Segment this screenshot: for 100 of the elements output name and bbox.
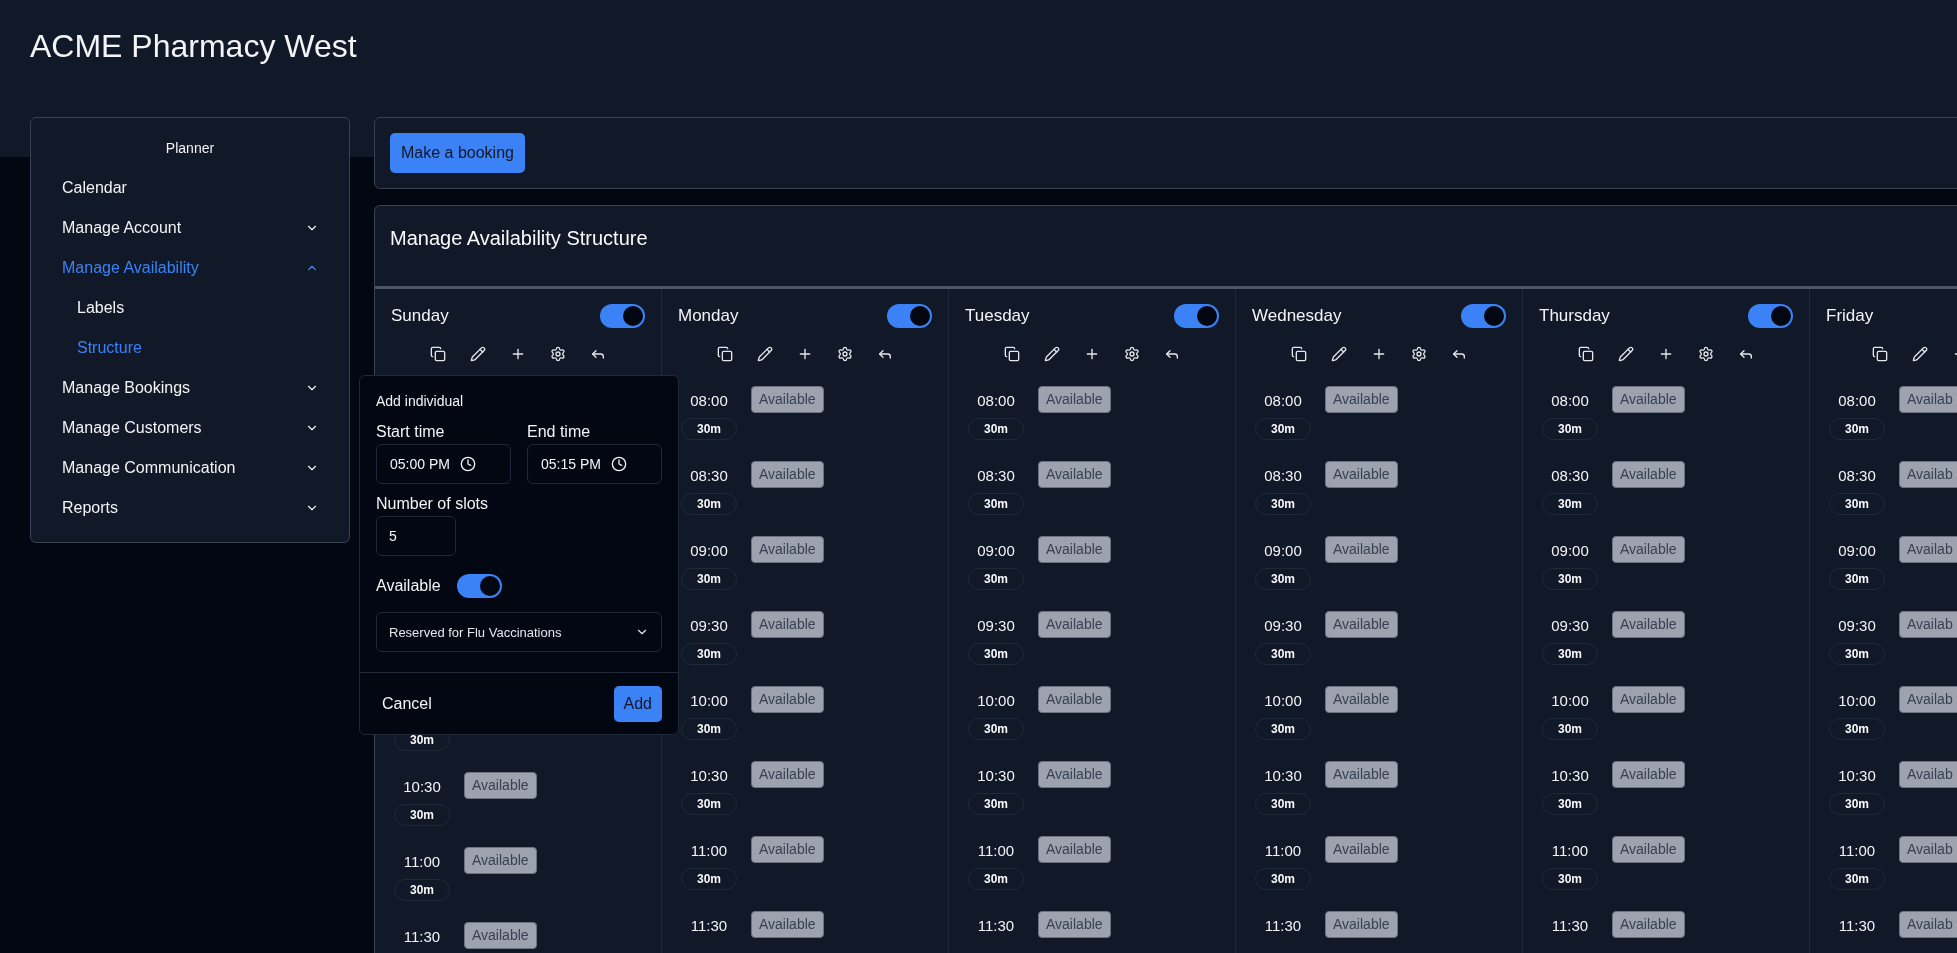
status-badge[interactable]: Available: [1325, 911, 1398, 938]
slot-time: 09:00: [690, 541, 728, 561]
slot-time: 09:30: [1838, 616, 1876, 636]
sidebar-heading: Planner: [164, 139, 216, 158]
status-badge[interactable]: Available: [1612, 686, 1685, 713]
status-badge[interactable]: Available: [1325, 611, 1398, 638]
status-badge[interactable]: Available: [1612, 536, 1685, 563]
status-badge[interactable]: Availab: [1899, 686, 1957, 713]
day-name: Monday: [678, 306, 739, 326]
status-badge[interactable]: Available: [751, 911, 824, 938]
slot-time: 08:30: [690, 466, 728, 486]
status-badge[interactable]: Available: [1325, 836, 1398, 863]
status-badge[interactable]: Available: [751, 836, 824, 863]
status-badge[interactable]: Available: [1325, 536, 1398, 563]
slot-time: 09:30: [1264, 616, 1302, 636]
day-name: Friday: [1826, 306, 1874, 326]
slots-input-field[interactable]: 5: [376, 516, 456, 556]
status-badge[interactable]: Available: [464, 847, 537, 874]
slot-time: 08:30: [1838, 466, 1876, 486]
slot-time: 09:00: [1551, 541, 1589, 561]
status-badge[interactable]: Available: [1038, 836, 1111, 863]
status-badge[interactable]: Available: [1038, 536, 1111, 563]
status-badge[interactable]: Available: [751, 686, 824, 713]
status-badge[interactable]: Available: [1612, 761, 1685, 788]
slot-time: 10:00: [1838, 691, 1876, 711]
status-badge[interactable]: Available: [1325, 686, 1398, 713]
slot-time: 09:00: [1264, 541, 1302, 561]
label-select[interactable]: Reserved for Flu Vaccinations: [376, 612, 662, 652]
status-badge[interactable]: Available: [464, 922, 537, 949]
slot-time: 11:30: [1551, 916, 1589, 936]
status-badge[interactable]: Availab: [1899, 386, 1957, 413]
slot-time: 10:00: [1551, 691, 1589, 711]
slot-time: 11:00: [1551, 841, 1589, 861]
status-badge[interactable]: Available: [1038, 761, 1111, 788]
cancel-button[interactable]: Cancel: [368, 689, 446, 719]
status-badge[interactable]: Available: [1325, 461, 1398, 488]
status-badge[interactable]: Available: [1612, 386, 1685, 413]
slot-time: 09:30: [1551, 616, 1589, 636]
slot-time: 08:30: [977, 466, 1015, 486]
slot-time: 08:00: [1551, 391, 1589, 411]
sidebar-item[interactable]: Manage Customers: [31, 408, 349, 448]
slot-time: 08:00: [1264, 391, 1302, 411]
status-badge[interactable]: Availab: [1899, 911, 1957, 938]
sidebar-item[interactable]: Labels: [31, 288, 349, 328]
status-badge[interactable]: Available: [751, 461, 824, 488]
status-badge[interactable]: Available: [1038, 386, 1111, 413]
slot-time: 11:00: [1838, 841, 1876, 861]
popover-title: Add individual: [376, 392, 465, 411]
status-badge[interactable]: Availab: [1899, 461, 1957, 488]
slot-time: 11:00: [977, 841, 1015, 861]
slot-time: 10:30: [977, 766, 1015, 786]
status-badge[interactable]: Available: [1325, 386, 1398, 413]
status-badge[interactable]: Available: [1038, 911, 1111, 938]
field-label: Start time: [376, 422, 446, 442]
status-badge[interactable]: Available: [1612, 611, 1685, 638]
end-time-field[interactable]: 05:15 PM: [527, 444, 662, 484]
status-badge[interactable]: Available: [1612, 836, 1685, 863]
sidebar-item[interactable]: Structure: [31, 328, 349, 368]
day-name: Wednesday: [1252, 306, 1342, 326]
make-booking-button[interactable]: Make a booking: [390, 133, 525, 173]
slot-time: 08:30: [1551, 466, 1589, 486]
slot-time: 09:30: [977, 616, 1015, 636]
slot-time: 09:00: [1838, 541, 1876, 561]
status-badge[interactable]: Available: [1038, 686, 1111, 713]
sidebar-item[interactable]: Calendar: [31, 168, 349, 208]
status-badge[interactable]: Available: [751, 761, 824, 788]
status-badge[interactable]: Available: [1038, 461, 1111, 488]
sidebar-item[interactable]: Manage Communication: [31, 448, 349, 488]
status-badge[interactable]: Available: [751, 386, 824, 413]
sidebar-item[interactable]: Reports: [31, 488, 349, 528]
card-title: Manage Availability Structure: [375, 206, 1957, 289]
add-button[interactable]: Add: [613, 686, 662, 722]
slot-time: 11:30: [977, 916, 1015, 936]
status-badge[interactable]: Available: [751, 611, 824, 638]
status-badge[interactable]: Available: [1612, 911, 1685, 938]
status-badge[interactable]: Availab: [1899, 536, 1957, 563]
status-badge[interactable]: Available: [1325, 761, 1398, 788]
sidebar-item[interactable]: Manage Availability: [31, 248, 349, 288]
field-label: Available: [376, 576, 441, 596]
status-badge[interactable]: Availab: [1899, 836, 1957, 863]
sidebar-item[interactable]: Manage Account: [31, 208, 349, 248]
start-time-field[interactable]: 05:00 PM: [376, 444, 511, 484]
slot-time: 10:30: [1838, 766, 1876, 786]
slot-time: 09:30: [690, 616, 728, 636]
day-name: Tuesday: [965, 306, 1030, 326]
slot-time: 10:30: [1551, 766, 1589, 786]
slot-time: 08:00: [1838, 391, 1876, 411]
status-badge[interactable]: Available: [464, 772, 537, 799]
status-badge[interactable]: Available: [1038, 611, 1111, 638]
slot-time: 10:00: [690, 691, 728, 711]
sidebar-item[interactable]: Manage Bookings: [31, 368, 349, 408]
status-badge[interactable]: Availab: [1899, 761, 1957, 788]
status-badge[interactable]: Available: [751, 536, 824, 563]
day-name: Thursday: [1539, 306, 1610, 326]
status-badge[interactable]: Available: [1612, 461, 1685, 488]
slot-time: 11:30: [1838, 916, 1876, 936]
slot-time: 08:00: [977, 391, 1015, 411]
slot-time: 10:30: [1264, 766, 1302, 786]
status-badge[interactable]: Availab: [1899, 611, 1957, 638]
slot-time: 08:30: [1264, 466, 1302, 486]
